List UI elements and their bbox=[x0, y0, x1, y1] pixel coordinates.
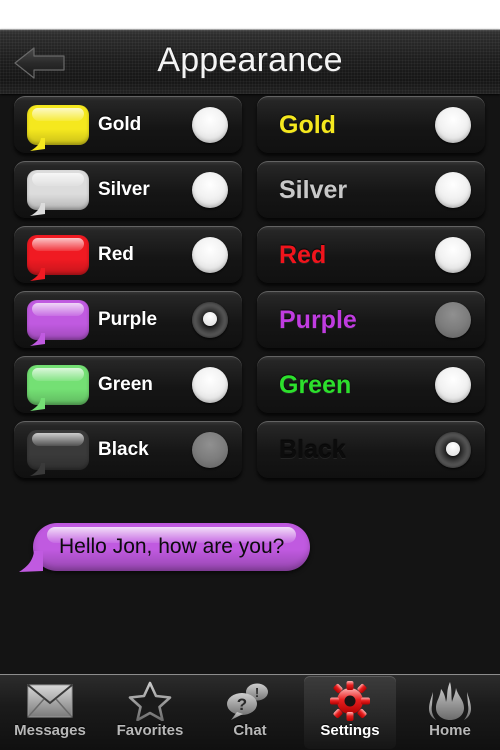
message-bubble-icon bbox=[27, 365, 89, 411]
bubble-color-label: Black bbox=[98, 439, 149, 460]
text-color-label: Gold bbox=[279, 110, 336, 139]
message-bubble-icon bbox=[27, 105, 89, 151]
text-color-label: Purple bbox=[279, 305, 357, 334]
bubble-color-radio[interactable] bbox=[192, 367, 228, 403]
text-color-radio[interactable] bbox=[435, 367, 471, 403]
bubble-color-label: Silver bbox=[98, 179, 150, 200]
preview-bubble-tail-icon bbox=[19, 551, 43, 572]
text-color-row[interactable]: Silver bbox=[257, 161, 485, 219]
text-color-row[interactable]: Purple bbox=[257, 291, 485, 349]
tab-messages[interactable]: Messages bbox=[0, 675, 100, 750]
text-color-radio[interactable] bbox=[435, 302, 471, 338]
bubble-color-radio[interactable] bbox=[192, 237, 228, 273]
appearance-screen: Appearance Gold Silver Red Purple Green Black… bbox=[0, 0, 500, 750]
tab-label: Home bbox=[429, 722, 471, 739]
tab-settings[interactable]: Settings bbox=[300, 675, 400, 750]
text-color-label: Red bbox=[279, 240, 327, 269]
color-options: Gold Silver Red Purple Green Black Gold Silver… bbox=[0, 96, 500, 496]
bubble-color-row[interactable]: Gold bbox=[14, 96, 242, 154]
bubble-color-row[interactable]: Silver bbox=[14, 161, 242, 219]
text-color-row[interactable]: Black bbox=[257, 421, 485, 479]
preview-area: Hello Jon, how are you? bbox=[0, 505, 500, 655]
text-color-row[interactable]: Red bbox=[257, 226, 485, 284]
preview-bubble: Hello Jon, how are you? bbox=[19, 523, 311, 572]
bubble-color-label: Gold bbox=[98, 114, 142, 135]
speech-bubbles-icon: !? bbox=[225, 681, 275, 721]
gear-icon bbox=[330, 681, 370, 721]
svg-text:?: ? bbox=[237, 695, 247, 714]
text-color-radio[interactable] bbox=[435, 172, 471, 208]
bubble-color-label: Purple bbox=[98, 309, 158, 330]
tab-chat[interactable]: !? Chat bbox=[200, 675, 300, 750]
bubble-color-radio[interactable] bbox=[192, 432, 228, 468]
text-color-list: Gold Silver Red Purple Green Black bbox=[257, 96, 485, 486]
bubble-color-radio[interactable] bbox=[192, 107, 228, 143]
tab-label: Chat bbox=[233, 722, 267, 739]
bubble-color-list: Gold Silver Red Purple Green Black bbox=[14, 96, 242, 486]
bubble-color-row[interactable]: Black bbox=[14, 421, 242, 479]
text-color-label: Green bbox=[279, 370, 352, 399]
navigation-bar: Appearance bbox=[0, 29, 500, 94]
tab-favorites[interactable]: Favorites bbox=[100, 675, 200, 750]
text-color-radio[interactable] bbox=[435, 107, 471, 143]
bubble-color-row[interactable]: Green bbox=[14, 356, 242, 414]
envelope-icon bbox=[27, 681, 73, 721]
tab-label: Settings bbox=[320, 722, 380, 739]
tab-bar: Messages Favorites!? Chat Settings Home bbox=[0, 674, 500, 750]
tab-label: Favorites bbox=[116, 722, 184, 739]
text-color-radio[interactable] bbox=[435, 237, 471, 273]
message-bubble-icon bbox=[27, 235, 89, 281]
bubble-color-row[interactable]: Purple bbox=[14, 291, 242, 349]
bubble-color-label: Green bbox=[98, 374, 153, 395]
message-bubble-icon bbox=[27, 300, 89, 346]
message-bubble-icon bbox=[27, 170, 89, 216]
back-arrow-icon[interactable] bbox=[12, 41, 72, 85]
text-color-row[interactable]: Green bbox=[257, 356, 485, 414]
preview-message-text: Hello Jon, how are you? bbox=[59, 535, 285, 558]
bubble-color-row[interactable]: Red bbox=[14, 226, 242, 284]
bubble-color-label: Red bbox=[98, 244, 134, 265]
status-strip bbox=[0, 0, 500, 29]
svg-text:!: ! bbox=[255, 685, 259, 700]
tab-label: Messages bbox=[14, 722, 86, 739]
bubble-color-radio[interactable] bbox=[192, 172, 228, 208]
flame-icon bbox=[427, 681, 473, 721]
page-title: Appearance bbox=[157, 41, 343, 79]
text-color-label: Black bbox=[279, 435, 346, 464]
text-color-row[interactable]: Gold bbox=[257, 96, 485, 154]
tab-home[interactable]: Home bbox=[400, 675, 500, 750]
text-color-label: Silver bbox=[279, 175, 348, 204]
message-bubble-icon bbox=[27, 430, 89, 476]
star-icon bbox=[128, 681, 172, 721]
text-color-radio[interactable] bbox=[435, 432, 471, 468]
bubble-color-radio[interactable] bbox=[192, 302, 228, 338]
